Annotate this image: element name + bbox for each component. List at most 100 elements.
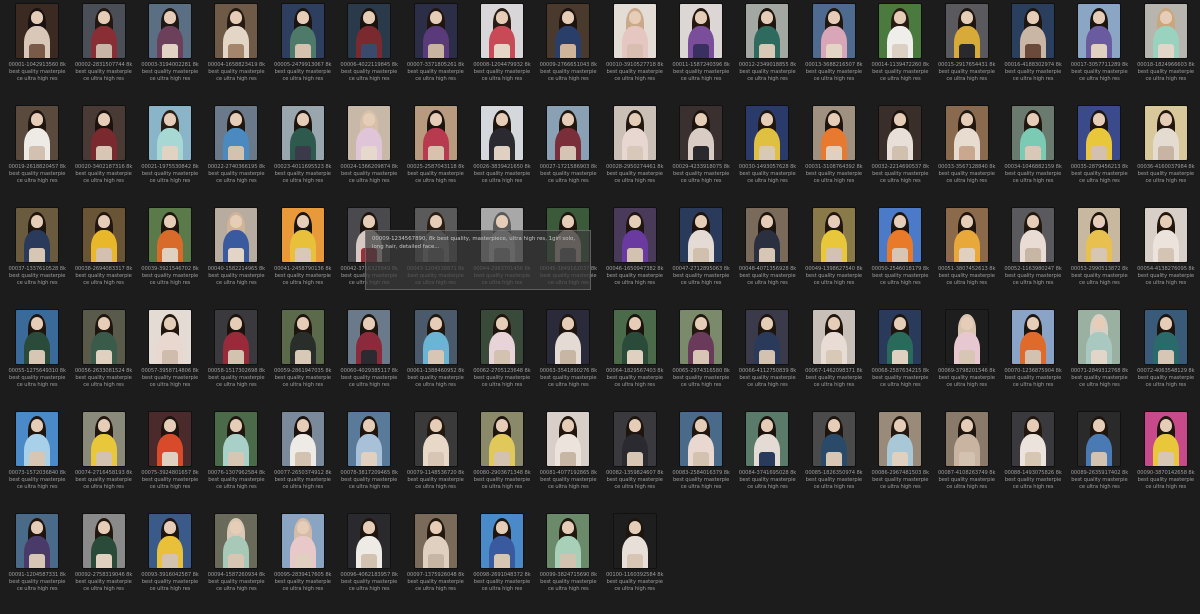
file-tile[interactable]: 00033-3567128840 8k best quality masterp… (933, 104, 999, 206)
image-thumbnail[interactable] (281, 514, 324, 568)
file-tile[interactable]: 00015-2917654431 8k best quality masterp… (933, 2, 999, 104)
file-tile[interactable]: 00055-1275649310 8k best quality masterp… (4, 308, 70, 410)
file-tile[interactable]: 00069-3798201546 8k best quality masterp… (933, 308, 999, 410)
file-tile[interactable]: 00009-2766651043 8k best quality masterp… (535, 2, 601, 104)
file-tile[interactable]: 00008-1204479932 8k best quality masterp… (469, 2, 535, 104)
file-tile[interactable]: 00072-4063548129 8k best quality masterp… (1133, 308, 1199, 410)
file-tile[interactable]: 00080-2903671348 8k best quality masterp… (469, 410, 535, 512)
file-tile[interactable]: 00081-4077192865 8k best quality masterp… (535, 410, 601, 512)
image-thumbnail[interactable] (1078, 310, 1121, 364)
image-thumbnail[interactable] (945, 310, 988, 364)
file-tile[interactable]: 00100-1160392584 8k best quality masterp… (602, 512, 668, 614)
image-thumbnail[interactable] (1012, 208, 1055, 262)
file-tile[interactable]: 00025-2587043118 8k best quality masterp… (402, 104, 468, 206)
file-tile[interactable]: 00057-3958714806 8k best quality masterp… (137, 308, 203, 410)
file-tile[interactable]: 00093-3916042587 8k best quality masterp… (137, 512, 203, 614)
file-tile[interactable]: 00017-3057711289 8k best quality masterp… (1066, 2, 1132, 104)
image-thumbnail[interactable] (1144, 106, 1187, 160)
file-tile[interactable]: 00028-2950274461 8k best quality masterp… (602, 104, 668, 206)
file-tile[interactable]: 00030-1493057628 8k best quality masterp… (734, 104, 800, 206)
image-thumbnail[interactable] (547, 514, 590, 568)
image-thumbnail[interactable] (680, 106, 723, 160)
image-thumbnail[interactable] (879, 208, 922, 262)
file-tile[interactable]: 00016-4188302974 8k best quality masterp… (1000, 2, 1066, 104)
image-thumbnail[interactable] (82, 106, 125, 160)
file-tile[interactable]: 00047-2712895063 8k best quality masterp… (668, 206, 734, 308)
image-thumbnail[interactable] (812, 310, 855, 364)
file-tile[interactable]: 00002-2831507744 8k best quality masterp… (70, 2, 136, 104)
file-tile[interactable]: 00038-2694083317 8k best quality masterp… (70, 206, 136, 308)
image-thumbnail[interactable] (215, 514, 258, 568)
image-thumbnail[interactable] (680, 310, 723, 364)
image-thumbnail[interactable] (480, 514, 523, 568)
file-tile[interactable]: 00067-1462098371 8k best quality masterp… (801, 308, 867, 410)
image-thumbnail[interactable] (1144, 208, 1187, 262)
image-thumbnail[interactable] (82, 412, 125, 466)
file-tile[interactable]: 00049-1398627540 8k best quality masterp… (801, 206, 867, 308)
file-tile[interactable]: 00006-4022119845 8k best quality masterp… (336, 2, 402, 104)
file-tile[interactable]: 00054-4138276095 8k best quality masterp… (1133, 206, 1199, 308)
file-tile[interactable]: 00056-2633081524 8k best quality masterp… (70, 308, 136, 410)
file-tile[interactable]: 00068-2587634215 8k best quality masterp… (867, 308, 933, 410)
file-tile[interactable]: 00032-2214690537 8k best quality masterp… (867, 104, 933, 206)
image-thumbnail[interactable] (945, 412, 988, 466)
image-thumbnail[interactable] (414, 106, 457, 160)
file-tile[interactable]: 00087-4108263749 8k best quality masterp… (933, 410, 999, 512)
image-thumbnail[interactable] (547, 310, 590, 364)
image-thumbnail[interactable] (16, 106, 59, 160)
file-tile[interactable]: 00063-3541890276 8k best quality masterp… (535, 308, 601, 410)
image-thumbnail[interactable] (348, 412, 391, 466)
image-thumbnail[interactable] (281, 412, 324, 466)
file-tile[interactable]: 00096-4062183957 8k best quality masterp… (336, 512, 402, 614)
file-tile[interactable]: 00012-2349018855 8k best quality masterp… (734, 2, 800, 104)
file-tile[interactable]: 00095-2839417605 8k best quality masterp… (270, 512, 336, 614)
file-tile[interactable]: 00061-1388460952 8k best quality masterp… (402, 308, 468, 410)
image-thumbnail[interactable] (480, 4, 523, 58)
image-thumbnail[interactable] (1012, 106, 1055, 160)
image-thumbnail[interactable] (1012, 4, 1055, 58)
image-thumbnail[interactable] (82, 208, 125, 262)
file-tile[interactable]: 00051-3807452613 8k best quality masterp… (933, 206, 999, 308)
image-thumbnail[interactable] (879, 106, 922, 160)
file-tile[interactable]: 00039-3921546702 8k best quality masterp… (137, 206, 203, 308)
image-thumbnail[interactable] (547, 4, 590, 58)
file-tile[interactable]: 00004-1658823419 8k best quality masterp… (203, 2, 269, 104)
file-tile[interactable]: 00060-4029385117 8k best quality masterp… (336, 308, 402, 410)
file-tile[interactable]: 00029-4233918075 8k best quality masterp… (668, 104, 734, 206)
file-tile[interactable]: 00007-3371805261 8k best quality masterp… (402, 2, 468, 104)
file-tile[interactable]: 00075-3924801657 8k best quality masterp… (137, 410, 203, 512)
file-tile[interactable]: 00052-1163980247 8k best quality masterp… (1000, 206, 1066, 308)
file-tile[interactable]: 00005-2479913067 8k best quality masterp… (270, 2, 336, 104)
file-tile[interactable]: 00022-2740366195 8k best quality masterp… (203, 104, 269, 206)
file-tile[interactable]: 00013-3688216507 8k best quality masterp… (801, 2, 867, 104)
file-tile[interactable]: 00071-2849312768 8k best quality masterp… (1066, 308, 1132, 410)
file-tile[interactable]: 00018-1824966603 8k best quality masterp… (1133, 2, 1199, 104)
image-thumbnail[interactable] (945, 4, 988, 58)
file-tile[interactable]: 00077-2650374912 8k best quality masterp… (270, 410, 336, 512)
image-thumbnail[interactable] (215, 208, 258, 262)
image-thumbnail[interactable] (945, 106, 988, 160)
file-tile[interactable]: 00035-2879456213 8k best quality masterp… (1066, 104, 1132, 206)
file-tile[interactable]: 00082-1359824607 8k best quality masterp… (602, 410, 668, 512)
file-tile[interactable]: 00076-1307962584 8k best quality masterp… (203, 410, 269, 512)
file-tile[interactable]: 00037-1337610528 8k best quality masterp… (4, 206, 70, 308)
image-thumbnail[interactable] (746, 412, 789, 466)
file-tile[interactable]: 00011-1587240396 8k best quality masterp… (668, 2, 734, 104)
file-tile[interactable]: 00010-3910527718 8k best quality masterp… (602, 2, 668, 104)
image-thumbnail[interactable] (879, 4, 922, 58)
image-thumbnail[interactable] (613, 412, 656, 466)
image-thumbnail[interactable] (1012, 310, 1055, 364)
image-thumbnail[interactable] (1144, 310, 1187, 364)
file-tile[interactable]: 00065-2974316580 8k best quality masterp… (668, 308, 734, 410)
file-tile[interactable]: 00090-3870142658 8k best quality masterp… (1133, 410, 1199, 512)
image-thumbnail[interactable] (215, 412, 258, 466)
file-tile[interactable]: 00014-1139472260 8k best quality masterp… (867, 2, 933, 104)
file-tile[interactable]: 00020-3402187316 8k best quality masterp… (70, 104, 136, 206)
file-tile[interactable]: 00078-3817209465 8k best quality masterp… (336, 410, 402, 512)
image-thumbnail[interactable] (215, 106, 258, 160)
file-tile[interactable]: 00003-3194002281 8k best quality masterp… (137, 2, 203, 104)
image-thumbnail[interactable] (746, 208, 789, 262)
image-thumbnail[interactable] (82, 514, 125, 568)
file-tile[interactable]: 00046-1650947382 8k best quality masterp… (602, 206, 668, 308)
file-tile[interactable]: 00092-2758319046 8k best quality masterp… (70, 512, 136, 614)
